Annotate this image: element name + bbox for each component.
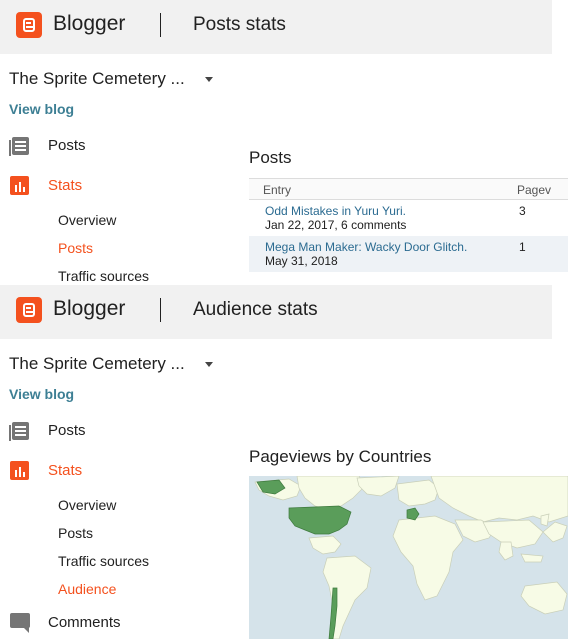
sub-nav-overview[interactable]: Overview: [58, 497, 116, 513]
pageviews-world-map[interactable]: [249, 476, 568, 639]
entry-link[interactable]: Mega Man Maker: Wacky Door Glitch.: [265, 240, 467, 254]
comments-icon: [9, 613, 31, 633]
pageview-count: 1: [519, 240, 526, 254]
title-divider: [160, 298, 161, 322]
sub-nav-overview[interactable]: Overview: [58, 212, 116, 228]
view-blog-link[interactable]: View blog: [9, 386, 74, 402]
entry-meta: May 31, 2018: [265, 254, 338, 268]
sub-nav-traffic-sources[interactable]: Traffic sources: [58, 553, 149, 569]
stats-icon: [9, 176, 29, 196]
blogger-logo-icon[interactable]: [16, 12, 42, 38]
sub-nav-posts[interactable]: Posts: [58, 525, 93, 541]
brand-name: Blogger: [53, 12, 126, 35]
sub-nav-traffic-sources[interactable]: Traffic sources: [58, 268, 149, 284]
sub-nav-posts[interactable]: Posts: [58, 240, 93, 256]
world-map-svg: [249, 476, 568, 639]
page-title: Audience stats: [193, 299, 318, 320]
chevron-down-icon[interactable]: [205, 77, 213, 82]
blog-selector[interactable]: The Sprite Cemetery ...: [9, 69, 185, 89]
top-bar: Blogger Audience stats: [0, 285, 552, 339]
blog-selector[interactable]: The Sprite Cemetery ...: [9, 354, 185, 374]
posts-table: Entry Pagev Odd Mistakes in Yuru Yuri. J…: [249, 178, 568, 272]
posts-stats-panel: Blogger Posts stats The Sprite Cemetery …: [0, 0, 568, 285]
nav-comments[interactable]: Comments: [48, 614, 121, 631]
entry-link[interactable]: Odd Mistakes in Yuru Yuri.: [265, 204, 406, 218]
table-row: Odd Mistakes in Yuru Yuri. Jan 22, 2017,…: [249, 200, 568, 236]
column-header-entry[interactable]: Entry: [263, 183, 291, 197]
title-divider: [160, 13, 161, 37]
view-blog-link[interactable]: View blog: [9, 101, 74, 117]
section-title: Posts: [249, 148, 292, 167]
pageview-count: 3: [519, 204, 526, 218]
nav-posts[interactable]: Posts: [48, 137, 86, 154]
top-bar: Blogger Posts stats: [0, 0, 552, 54]
section-title: Pageviews by Countries: [249, 447, 432, 466]
brand-name: Blogger: [53, 297, 126, 320]
audience-stats-panel: Blogger Audience stats The Sprite Cemete…: [0, 285, 568, 639]
sub-nav-audience[interactable]: Audience: [58, 581, 116, 597]
entry-meta: Jan 22, 2017, 6 comments: [265, 218, 407, 232]
nav-stats[interactable]: Stats: [48, 177, 82, 194]
nav-posts[interactable]: Posts: [48, 422, 86, 439]
table-header: Entry Pagev: [249, 178, 568, 200]
nav-stats[interactable]: Stats: [48, 462, 82, 479]
table-row: Mega Man Maker: Wacky Door Glitch. May 3…: [249, 236, 568, 272]
stats-icon: [9, 461, 29, 481]
chevron-down-icon[interactable]: [205, 362, 213, 367]
column-header-pageviews[interactable]: Pagev: [517, 183, 551, 197]
page-title: Posts stats: [193, 14, 286, 35]
posts-icon: [9, 421, 31, 441]
blogger-logo-icon[interactable]: [16, 297, 42, 323]
posts-icon: [9, 136, 31, 156]
